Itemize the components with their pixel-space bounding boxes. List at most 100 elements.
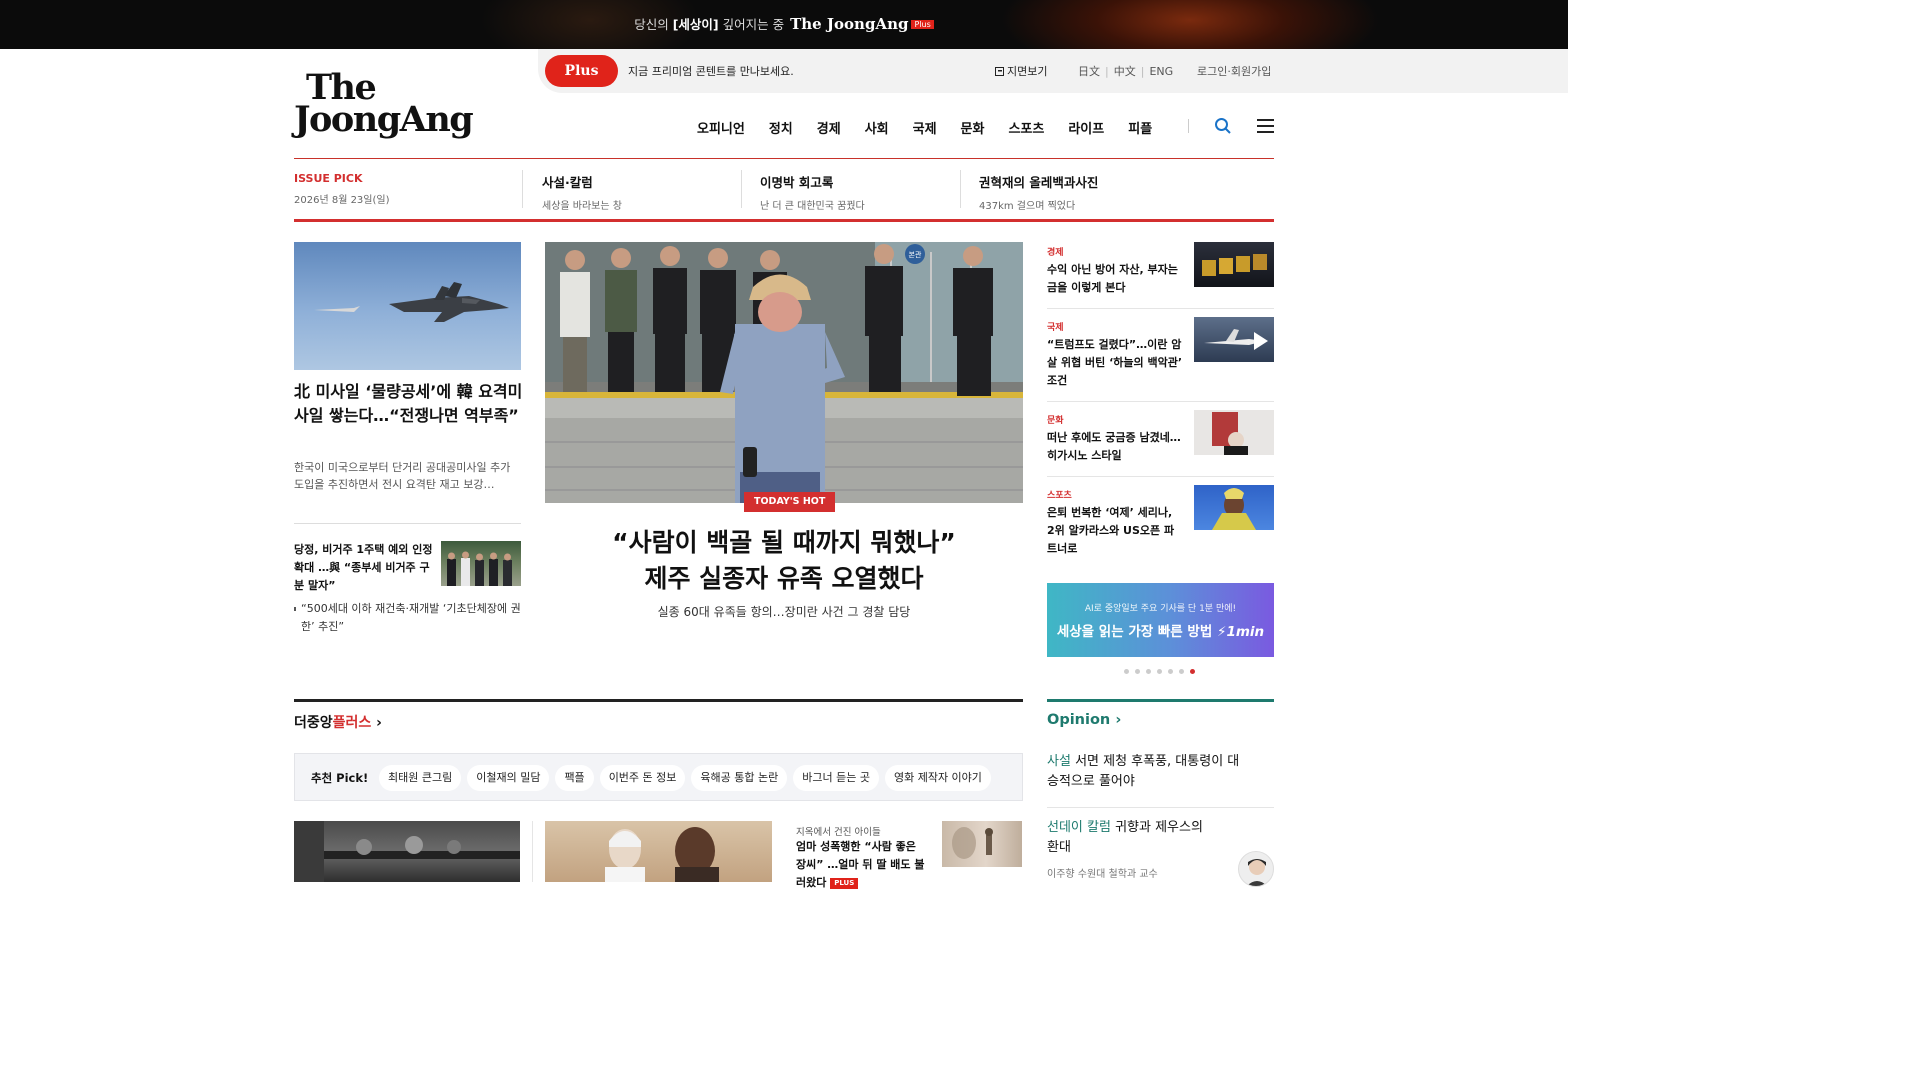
plus-section-title[interactable]: 더중앙플러스 › — [294, 712, 382, 732]
plus-badge: PLUS — [830, 878, 859, 889]
chevron-right-icon: › — [376, 715, 382, 731]
issue-pick-item-sub: 난 더 큰 대한민국 꿈꿨다 — [760, 201, 865, 212]
carousel-dot[interactable] — [1135, 669, 1140, 674]
author-photo-thumbnail — [1194, 410, 1274, 455]
right-article[interactable]: 문화 떠난 후에도 궁금증 남겼네… 히가시노 스타일 — [1047, 410, 1274, 465]
1min-ad-banner[interactable]: AI로 중앙일보 주요 기사를 단 1분 만에! 세상을 읽는 가장 빠른 방법… — [1047, 583, 1274, 657]
kitchen-photo[interactable] — [294, 821, 520, 882]
todays-hot-badge: TODAY'S HOT — [744, 492, 836, 512]
pick-chip[interactable]: 영화 제작자 이야기 — [884, 765, 991, 791]
divider — [1047, 476, 1274, 477]
divider — [1047, 401, 1274, 402]
nav-sports[interactable]: 스포츠 — [1008, 118, 1044, 137]
left-second-bullet[interactable]: “500세대 이하 재건축·재개발 ‘기초단체장에 권한’ 추진” — [294, 600, 521, 636]
search-icon[interactable] — [1214, 117, 1232, 135]
main-subheadline[interactable]: 실종 60대 유족들 항의…장미란 사건 그 경찰 담당 — [545, 603, 1023, 620]
issue-pick-item-sub: 437km 걸으며 찍었다 — [979, 201, 1076, 212]
right-article[interactable]: 스포츠 은퇴 번복한 ‘여제’ 세리나, 2위 알카라스와 US오픈 파트너로 — [1047, 485, 1274, 558]
site-logo[interactable]: The JoongAng — [294, 70, 474, 137]
nav-world[interactable]: 국제 — [913, 118, 937, 137]
issue-pick-item-title: 이명박 회고록 — [760, 175, 834, 190]
politicians-photo[interactable] — [441, 541, 521, 586]
carousel-dot[interactable] — [1146, 669, 1151, 674]
right-article[interactable]: 경제 수익 아닌 방어 자산, 부자는 금을 이렇게 본다 — [1047, 242, 1274, 297]
section-divider — [294, 219, 1274, 222]
right-article[interactable]: 국제 “트럼프도 걸렸다”…이란 암살 위협 버틴 ‘하늘의 백악관’ 조건 — [1047, 317, 1274, 390]
section-topline — [1047, 699, 1274, 702]
login-link[interactable]: 로그인·회원가입 — [1197, 63, 1271, 79]
banner-pre: 당신의 — [634, 17, 673, 32]
issue-pick-label: ISSUE PICK 2026년 8월 23일(일) — [294, 172, 390, 210]
carousel-dot-active[interactable] — [1190, 669, 1195, 674]
divider — [741, 170, 742, 208]
opinion-text: 서면 제청 후폭풍, 대통령이 대승적으로 풀어야 — [1047, 754, 1240, 789]
pick-chip[interactable]: 팩플 — [555, 765, 594, 791]
issue-pick-date: 2026년 8월 23일(일) — [294, 195, 390, 206]
issue-pick-item-title: 사설·칼럼 — [542, 175, 593, 190]
lang-english[interactable]: ENG — [1149, 65, 1173, 78]
issue-pick-item[interactable]: 권혁재의 올레백과사진 437km 걸으며 찍었다 — [979, 172, 1098, 212]
language-links: 日文 | 中文 | ENG — [1078, 65, 1174, 78]
opinion-item[interactable]: 선데이 칼럼 귀향과 제우스의 환대 — [1047, 818, 1217, 858]
pick-chip[interactable]: 이번주 돈 정보 — [599, 765, 686, 791]
banner-text: 당신의 [세상이] 깊어지는 중 The JoongAng Plus — [0, 14, 1568, 33]
issue-pick-item-sub: 세상을 바라보는 창 — [542, 201, 622, 212]
main-headline[interactable]: “사람이 백골 될 때까지 뭐했나” 제주 실종자 유족 오열했다 — [545, 525, 1023, 597]
play-icon — [1254, 332, 1268, 350]
opinion-kind: 사설 — [1047, 754, 1071, 769]
hamburger-menu-icon[interactable] — [1257, 119, 1274, 133]
author-avatar — [1238, 851, 1274, 887]
carousel-dot[interactable] — [1179, 669, 1184, 674]
carousel-dot[interactable] — [1124, 669, 1129, 674]
newspaper-icon — [995, 67, 1004, 76]
main-headline-line1: “사람이 백골 될 때까지 뭐했나” — [612, 528, 956, 557]
left-headline[interactable]: 北 미사일 ‘물량공세’에 韓 요격미사일 쌓는다…“전쟁나면 역부족” — [294, 380, 524, 428]
main-nav: 오피니언 정치 경제 사회 국제 문화 스포츠 라이프 피플 — [697, 118, 1176, 137]
pick-chips: 최태원 큰그림 이철재의 밀담 팩플 이번주 돈 정보 육해공 통합 논란 바그… — [379, 765, 997, 791]
fighter-jet-photo[interactable] — [294, 242, 521, 370]
pick-chip[interactable]: 육해공 통합 논란 — [691, 765, 788, 791]
carousel-dot[interactable] — [1157, 669, 1162, 674]
divider — [522, 170, 523, 208]
nav-opinion[interactable]: 오피니언 — [697, 118, 745, 137]
article-title: 은퇴 번복한 ‘여제’ 세리나, 2위 알카라스와 US오픈 파트너로 — [1047, 506, 1175, 555]
pick-chip[interactable]: 이철재의 밀담 — [467, 765, 550, 791]
plus-card-title[interactable]: 엄마 성폭행한 “사람 좋은 장씨” …얼마 뒤 딸 배도 불러왔다 PLUS — [796, 838, 926, 892]
plus-card-category: 지옥에서 건진 아이들 — [796, 827, 881, 838]
girl-silhouette-photo[interactable] — [942, 821, 1022, 867]
nav-economy[interactable]: 경제 — [817, 118, 841, 137]
issue-pick-item[interactable]: 이명박 회고록 난 더 큰 대한민국 꿈꿨다 — [760, 172, 865, 212]
issue-pick-title: ISSUE PICK — [294, 172, 363, 185]
plus-button[interactable]: Plus — [545, 55, 618, 87]
issue-pick-item[interactable]: 사설·칼럼 세상을 바라보는 창 — [542, 172, 622, 212]
carousel-dots — [1124, 669, 1201, 674]
gold-bars-thumbnail — [1194, 242, 1274, 287]
opinion-item[interactable]: 사설 서면 제청 후폭풍, 대통령이 대승적으로 풀어야 — [1047, 752, 1247, 792]
carousel-dot[interactable] — [1168, 669, 1173, 674]
pick-chip[interactable]: 바그너 듣는 곳 — [793, 765, 879, 791]
nav-society[interactable]: 사회 — [865, 118, 889, 137]
nav-life[interactable]: 라이프 — [1068, 118, 1104, 137]
left-summary: 한국이 미국으로부터 단거리 공대공미사일 추가 도입을 추진하면서 전시 요격… — [294, 461, 511, 491]
divider — [960, 170, 961, 208]
ad-line2: 세상을 읽는 가장 빠른 방법 ⚡1min — [1056, 624, 1265, 640]
plus-message-link[interactable]: 지금 프리미엄 콘텐트를 만나보세요. — [628, 63, 794, 79]
pick-chip[interactable]: 최태원 큰그림 — [379, 765, 462, 791]
elderly-couple-photo[interactable] — [545, 821, 772, 882]
section-topline — [294, 699, 1023, 702]
divider — [1047, 308, 1274, 309]
paper-view-link[interactable]: 지면보기 — [995, 63, 1047, 79]
promo-banner[interactable]: 당신의 [세상이] 깊어지는 중 The JoongAng Plus — [0, 0, 1568, 49]
opinion-title[interactable]: Opinion › — [1047, 712, 1121, 728]
main-story-photo[interactable]: 본관 — [545, 242, 1023, 503]
nav-people[interactable]: 피플 — [1128, 118, 1152, 137]
divider — [294, 523, 521, 524]
left-second-headline[interactable]: 당정, 비거주 1주택 예외 인정 확대 …與 “종부세 비거주 구분 말자” — [294, 541, 434, 595]
nav-divider — [1188, 119, 1189, 133]
lang-chinese[interactable]: 中文 — [1114, 65, 1136, 78]
nav-politics[interactable]: 정치 — [769, 118, 793, 137]
opinion-author: 이주향 수원대 철학과 교수 — [1047, 869, 1158, 880]
lang-japanese[interactable]: 日文 — [1078, 65, 1100, 78]
pick-label: 추천 Pick! — [311, 771, 369, 785]
nav-culture[interactable]: 문화 — [961, 118, 985, 137]
